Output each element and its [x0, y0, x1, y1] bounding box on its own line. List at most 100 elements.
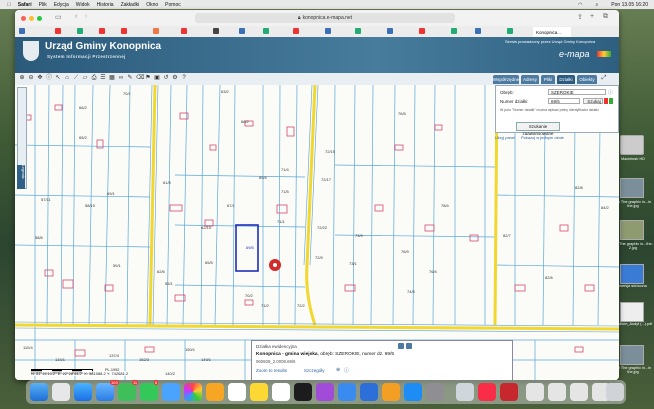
document-thumbnail-icon[interactable] [570, 383, 588, 401]
bookmark-icon[interactable] [475, 28, 481, 34]
image-file-icon[interactable] [620, 220, 644, 240]
image-file-icon[interactable] [620, 178, 644, 198]
share-icon[interactable]: ⇪ [577, 13, 583, 21]
calendar-icon[interactable] [228, 383, 246, 401]
notes-icon[interactable] [250, 383, 268, 401]
acrobat-icon[interactable] [500, 383, 518, 401]
pdf-file-icon[interactable] [620, 302, 644, 322]
drive-icon[interactable] [620, 135, 644, 155]
launchpad-icon[interactable] [52, 383, 70, 401]
show-in-window-link[interactable]: Pokazuj w jednym oknie [521, 135, 564, 140]
bookmark-icon[interactable] [325, 28, 331, 34]
image-file-icon[interactable] [620, 345, 644, 365]
link-icon[interactable]: ∞ [118, 75, 124, 82]
trash-icon[interactable] [606, 383, 624, 401]
freeform-icon[interactable] [272, 383, 290, 401]
advanced-search-button[interactable]: Szukanie zaawansowane [516, 122, 560, 136]
history-icon[interactable]: ↺ [163, 75, 169, 82]
contacts-icon[interactable] [206, 383, 224, 401]
bookmark-icon[interactable] [419, 28, 425, 34]
bookmark-icon[interactable] [507, 28, 513, 34]
bookmark-icon[interactable] [121, 28, 127, 34]
popup-control-icon[interactable] [398, 343, 404, 349]
forward-icon[interactable]: › [85, 13, 87, 20]
tab-pliki[interactable]: Pliki [541, 75, 555, 84]
color-icon[interactable] [609, 98, 613, 104]
zoom-plus-icon[interactable]: ⊕ [336, 367, 340, 373]
folder-icon[interactable] [620, 264, 644, 284]
address-bar[interactable]: 🔒︎ konopnica.e-mapa.net [195, 13, 455, 23]
zoom-out-icon[interactable]: ⊖ [28, 75, 34, 82]
zoom-in-icon[interactable]: ⊕ [19, 75, 25, 82]
bookmark-icon[interactable] [55, 28, 61, 34]
clear-icon[interactable] [604, 98, 608, 104]
home-icon[interactable]: ⌂ [64, 75, 70, 82]
tab-active[interactable]: Konopnica... [533, 27, 571, 37]
pan-icon[interactable]: ✥ [37, 75, 43, 82]
sidebar-icon[interactable]: ▭ [55, 13, 62, 21]
pages-icon[interactable] [382, 383, 400, 401]
bookmark-icon[interactable] [153, 28, 159, 34]
help-icon[interactable]: ? [181, 75, 187, 82]
finder-icon[interactable] [30, 383, 48, 401]
area-icon[interactable]: ▱ [82, 75, 88, 82]
podcasts-icon[interactable] [316, 383, 334, 401]
menu-app[interactable]: Safari [18, 2, 32, 8]
document-thumbnail-icon[interactable] [526, 383, 544, 401]
info-details-icon[interactable]: ⓘ [344, 367, 349, 374]
bookmark-icon[interactable] [181, 28, 187, 34]
zoom-window-button[interactable] [37, 16, 42, 21]
tab-dzialki[interactable]: Działki [557, 75, 575, 84]
system-settings-icon[interactable] [426, 383, 444, 401]
menu-item-okno[interactable]: Okno [146, 2, 158, 8]
menu-item-zakladki[interactable]: Zakładki [121, 2, 140, 8]
bookmark-icon[interactable] [355, 28, 361, 34]
photos-icon[interactable] [184, 383, 202, 401]
layers-icon[interactable]: ☰ [100, 75, 106, 82]
keynote-icon[interactable] [360, 383, 378, 401]
settings-icon[interactable]: ⚙ [172, 75, 178, 82]
numer-input[interactable]: 69/5 [548, 98, 580, 104]
measure-icon[interactable]: ⟋ [73, 75, 79, 82]
mail-icon[interactable] [96, 383, 114, 401]
tab-wspolrzedne[interactable]: Współrzędne [493, 75, 519, 84]
safari-icon[interactable] [74, 383, 92, 401]
bookmark-icon[interactable] [19, 28, 25, 34]
info-icon[interactable]: ⓘ [46, 75, 52, 82]
zoom-to-results-link[interactable]: Zoom to results [256, 368, 287, 373]
bookmark-icon[interactable] [77, 28, 83, 34]
menubar-clock[interactable]: Pon 13.05 16:20 [611, 2, 648, 8]
music-icon[interactable] [478, 383, 496, 401]
draw-icon[interactable]: ✎ [127, 75, 133, 82]
app-store-icon[interactable] [404, 383, 422, 401]
save-icon[interactable]: ▣ [154, 75, 160, 82]
tv-icon[interactable] [294, 383, 312, 401]
expand-panel-icon[interactable]: ⤢ [601, 75, 607, 82]
menu-item-widok[interactable]: Widok [76, 2, 90, 8]
bookmark-map-icon[interactable]: ⚑ [145, 75, 151, 82]
bookmark-icon[interactable] [263, 28, 269, 34]
document-thumbnail-icon[interactable] [548, 383, 566, 401]
new-tab-icon[interactable]: + [590, 13, 594, 20]
messages-icon[interactable] [140, 383, 158, 401]
bookmark-icon[interactable] [387, 28, 393, 34]
search-button[interactable]: Szukaj [583, 98, 603, 104]
facetime-icon[interactable] [118, 383, 136, 401]
info-circle-icon[interactable]: ⓘ [608, 89, 613, 96]
tab-overview-icon[interactable]: ⧉ [603, 13, 608, 21]
menu-item-plik[interactable]: Plik [39, 2, 47, 8]
grid-icon[interactable]: ▦ [109, 75, 115, 82]
bookmark-icon[interactable] [99, 28, 105, 34]
menu-item-historia[interactable]: Historia [97, 2, 114, 8]
search-icon[interactable]: ⌕ [595, 2, 598, 8]
popup-control-icon[interactable] [406, 343, 412, 349]
bookmark-icon[interactable] [451, 28, 457, 34]
bookmark-icon[interactable] [239, 28, 245, 34]
menu-item-pomoc[interactable]: Pomoc [165, 2, 181, 8]
menu-item-edycja[interactable]: Edycja [54, 2, 69, 8]
numbers-icon[interactable] [338, 383, 356, 401]
bookmark-icon[interactable] [213, 28, 219, 34]
minimize-window-button[interactable] [29, 16, 34, 21]
legend-toggle[interactable]: Legenda [17, 165, 25, 189]
back-icon[interactable]: ‹ [75, 13, 77, 20]
